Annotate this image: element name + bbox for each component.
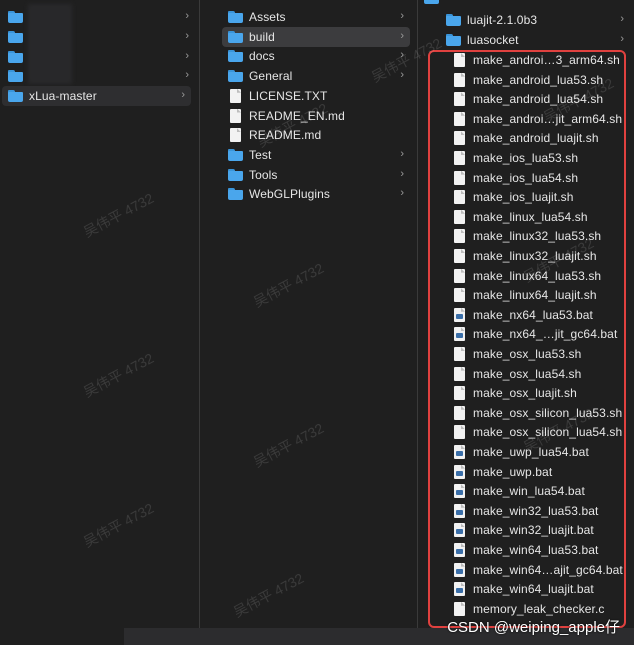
item-label: Tools [249, 167, 278, 182]
folder-icon [8, 70, 23, 82]
folder-icon [228, 50, 243, 63]
column3-folder-item[interactable]: luajit-2.1.0b3 › [440, 10, 630, 30]
document-icon [230, 108, 241, 123]
folder-icon [228, 70, 243, 83]
credit-watermark: CSDN @weiping_apple仔 [447, 619, 620, 636]
column2-item[interactable]: README.md [222, 125, 410, 145]
folder-icon [228, 188, 243, 201]
item-label: Test [249, 147, 272, 162]
chevron-right-icon: › [400, 167, 404, 180]
chevron-right-icon: › [185, 30, 189, 42]
item-label: build [249, 29, 275, 44]
chevron-right-icon: › [400, 147, 404, 160]
item-label: WebGLPlugins [249, 187, 331, 202]
folder-icon [228, 148, 243, 161]
chevron-right-icon: › [185, 69, 189, 81]
folder-icon [228, 168, 243, 181]
column2-item[interactable]: WebGLPlugins › [222, 184, 410, 204]
column1-item-xlua-master[interactable]: xLua-master › [2, 86, 191, 106]
item-label: luasocket [467, 33, 519, 47]
column3-folder-item[interactable]: luasocket › [440, 30, 630, 50]
folder-icon [228, 11, 243, 23]
chevron-right-icon: › [185, 10, 189, 22]
sidebar-column: › › › › xLua-master › [0, 0, 199, 645]
folder-icon [8, 11, 23, 23]
chevron-right-icon: › [400, 187, 404, 200]
column1-item-1[interactable]: › [2, 7, 195, 27]
folder-icon [446, 14, 461, 26]
item-label: docs [249, 49, 275, 64]
item-label: luajit-2.1.0b3 [467, 13, 538, 27]
column1-item-2[interactable]: › [2, 27, 195, 47]
xlua-master-column: Assets › build › docs › General › LICENSE.TXT REA… [200, 0, 417, 645]
chevron-right-icon: › [620, 13, 624, 25]
folder-icon [446, 34, 461, 46]
folder-icon [8, 90, 23, 102]
item-label: Assets [249, 10, 286, 24]
folder-icon [424, 0, 439, 4]
column2-item[interactable]: build › [222, 26, 410, 47]
item-label: General [249, 69, 293, 84]
document-icon [230, 88, 241, 103]
document-icon [230, 128, 241, 143]
chevron-right-icon: › [185, 50, 189, 62]
folder-icon [8, 51, 23, 63]
column2-item[interactable]: Tools › [222, 165, 410, 185]
chevron-right-icon: › [181, 89, 185, 101]
folder-icon [228, 30, 243, 43]
chevron-right-icon: › [400, 10, 404, 22]
chevron-right-icon: › [400, 29, 404, 42]
column2-item[interactable]: Assets › [222, 7, 410, 27]
column2-item[interactable]: Test › [222, 145, 410, 165]
column1-item-3[interactable]: › [2, 47, 195, 67]
column1-item-4[interactable]: › [2, 66, 195, 86]
chevron-right-icon: › [620, 33, 624, 45]
partial-top-item [418, 0, 630, 8]
highlight-annotation [428, 50, 626, 628]
folder-icon [8, 31, 23, 43]
